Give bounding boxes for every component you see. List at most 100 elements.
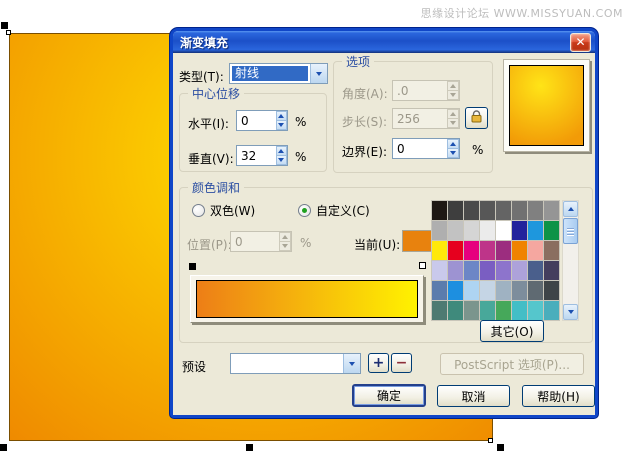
palette-color[interactable] bbox=[464, 201, 479, 220]
palette-color[interactable] bbox=[432, 261, 447, 280]
ok-button[interactable]: 确定 bbox=[352, 384, 426, 407]
others-button[interactable]: 其它(O) bbox=[480, 320, 544, 342]
palette-color[interactable] bbox=[448, 221, 463, 240]
chevron-down-icon[interactable] bbox=[343, 354, 360, 373]
palette-color[interactable] bbox=[480, 241, 495, 260]
palette-color[interactable] bbox=[432, 301, 447, 320]
remove-preset-button[interactable]: − bbox=[391, 353, 412, 373]
palette-color[interactable] bbox=[480, 201, 495, 220]
selection-handle[interactable] bbox=[246, 444, 253, 451]
scrollbar-thumb[interactable] bbox=[563, 218, 578, 244]
selection-handle[interactable] bbox=[0, 444, 7, 451]
help-button[interactable]: 帮助(H) bbox=[522, 385, 595, 407]
position-unit: % bbox=[300, 236, 311, 250]
palette-color[interactable] bbox=[496, 221, 511, 240]
palette-color[interactable] bbox=[528, 301, 543, 320]
color-palette bbox=[431, 200, 560, 321]
palette-color[interactable] bbox=[480, 301, 495, 320]
scroll-down-icon[interactable] bbox=[563, 304, 578, 320]
palette-color[interactable] bbox=[512, 201, 527, 220]
palette-color[interactable] bbox=[512, 261, 527, 280]
vertical-stepper[interactable] bbox=[236, 145, 288, 166]
palette-color[interactable] bbox=[528, 201, 543, 220]
palette-color[interactable] bbox=[464, 261, 479, 280]
palette-color[interactable] bbox=[528, 261, 543, 280]
center-offset-group-title: 中心位移 bbox=[188, 85, 244, 102]
palette-scrollbar[interactable] bbox=[562, 200, 579, 321]
palette-color[interactable] bbox=[464, 281, 479, 300]
palette-color[interactable] bbox=[496, 241, 511, 260]
gradient-preview-bar[interactable] bbox=[196, 280, 418, 318]
palette-color[interactable] bbox=[480, 281, 495, 300]
radio-off-icon[interactable] bbox=[192, 204, 205, 217]
selection-handle[interactable] bbox=[1, 22, 8, 29]
type-selected-value: 射线 bbox=[232, 66, 308, 81]
palette-color[interactable] bbox=[544, 241, 559, 260]
palette-color[interactable] bbox=[544, 281, 559, 300]
palette-color[interactable] bbox=[432, 201, 447, 220]
two-color-radio[interactable]: 双色(W) bbox=[192, 202, 255, 219]
spinner-down-icon[interactable] bbox=[276, 121, 287, 130]
palette-color[interactable] bbox=[496, 201, 511, 220]
palette-color[interactable] bbox=[544, 201, 559, 220]
palette-color[interactable] bbox=[480, 261, 495, 280]
palette-color[interactable] bbox=[528, 221, 543, 240]
two-color-radio-label: 双色(W) bbox=[210, 202, 255, 219]
spinner-up-icon[interactable] bbox=[276, 111, 287, 121]
presets-dropdown[interactable] bbox=[230, 353, 361, 374]
radio-on-icon[interactable] bbox=[298, 204, 311, 217]
add-preset-button[interactable]: + bbox=[368, 353, 389, 373]
curve-node[interactable] bbox=[6, 30, 11, 35]
palette-color[interactable] bbox=[544, 301, 559, 320]
palette-color[interactable] bbox=[544, 221, 559, 240]
custom-radio[interactable]: 自定义(C) bbox=[298, 202, 370, 219]
cancel-button[interactable]: 取消 bbox=[437, 385, 510, 407]
edge-input[interactable] bbox=[393, 139, 447, 158]
spinner-up-icon[interactable] bbox=[447, 139, 459, 149]
horizontal-input[interactable] bbox=[237, 111, 276, 130]
palette-color[interactable] bbox=[512, 301, 527, 320]
type-dropdown[interactable]: 射线 bbox=[229, 63, 328, 84]
palette-color[interactable] bbox=[464, 241, 479, 260]
palette-color[interactable] bbox=[464, 301, 479, 320]
palette-color[interactable] bbox=[496, 261, 511, 280]
palette-color[interactable] bbox=[496, 301, 511, 320]
gradient-stop-start[interactable] bbox=[189, 263, 196, 270]
palette-color[interactable] bbox=[448, 261, 463, 280]
palette-color[interactable] bbox=[480, 221, 495, 240]
fill-preview-frame bbox=[503, 59, 590, 152]
palette-color[interactable] bbox=[448, 201, 463, 220]
chevron-down-icon[interactable] bbox=[310, 64, 327, 83]
palette-color[interactable] bbox=[512, 281, 527, 300]
horizontal-stepper[interactable] bbox=[236, 110, 288, 131]
curve-node[interactable] bbox=[488, 438, 493, 443]
scroll-up-icon[interactable] bbox=[563, 201, 578, 217]
selection-handle[interactable] bbox=[497, 444, 504, 451]
palette-color[interactable] bbox=[464, 221, 479, 240]
close-icon[interactable]: ✕ bbox=[570, 33, 591, 52]
palette-color[interactable] bbox=[496, 281, 511, 300]
type-label: 类型(T): bbox=[179, 68, 224, 85]
edge-stepper[interactable] bbox=[392, 138, 460, 159]
palette-color[interactable] bbox=[512, 221, 527, 240]
horizontal-label: 水平(I): bbox=[188, 115, 229, 132]
palette-color[interactable] bbox=[448, 281, 463, 300]
palette-color[interactable] bbox=[448, 301, 463, 320]
gradient-stop-end[interactable] bbox=[419, 262, 426, 269]
palette-color[interactable] bbox=[432, 281, 447, 300]
spinner-down-icon[interactable] bbox=[447, 149, 459, 158]
palette-color[interactable] bbox=[432, 221, 447, 240]
palette-color[interactable] bbox=[528, 241, 543, 260]
palette-color[interactable] bbox=[448, 241, 463, 260]
spinner-up-icon bbox=[447, 109, 459, 119]
palette-color[interactable] bbox=[512, 241, 527, 260]
palette-color[interactable] bbox=[528, 281, 543, 300]
steps-lock-button[interactable] bbox=[465, 107, 488, 129]
vertical-input[interactable] bbox=[237, 146, 276, 165]
spinner-down-icon[interactable] bbox=[276, 156, 287, 165]
palette-color[interactable] bbox=[544, 261, 559, 280]
dialog-titlebar[interactable]: 渐变填充 ✕ bbox=[173, 31, 595, 53]
edge-label: 边界(E): bbox=[342, 143, 387, 160]
palette-color[interactable] bbox=[432, 241, 447, 260]
spinner-up-icon[interactable] bbox=[276, 146, 287, 156]
